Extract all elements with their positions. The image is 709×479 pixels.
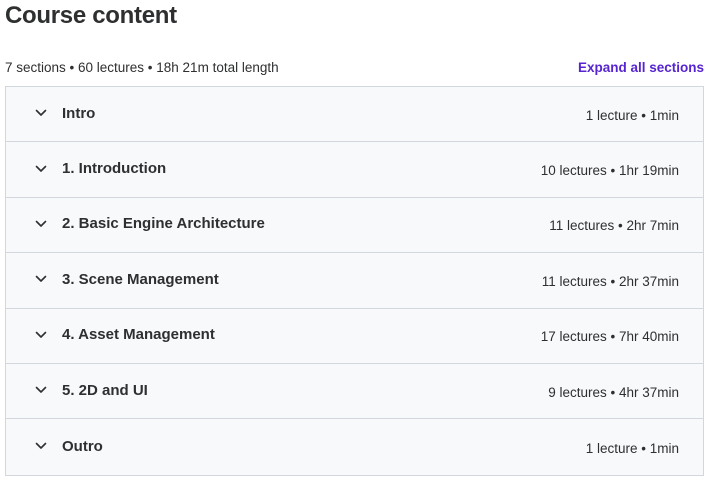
course-content-panel: Course content 7 sections • 60 lectures …: [0, 0, 709, 479]
section-item-outro[interactable]: Outro 1 lecture • 1min: [6, 419, 703, 475]
chevron-down-icon: [34, 439, 48, 453]
course-summary-row: 7 sections • 60 lectures • 18h 21m total…: [5, 57, 704, 77]
section-meta: 11 lectures • 2hr 7min: [549, 218, 679, 234]
section-title: Intro: [62, 104, 96, 122]
section-title: 4. Asset Management: [62, 326, 215, 344]
section-title: 1. Introduction: [62, 160, 167, 178]
chevron-down-icon: [34, 328, 48, 342]
section-list: Intro 1 lecture • 1min 1. Introduction 1…: [5, 86, 704, 476]
section-item-asset-management[interactable]: 4. Asset Management 17 lectures • 7hr 40…: [6, 308, 703, 364]
section-item-intro[interactable]: Intro 1 lecture • 1min: [6, 87, 703, 143]
chevron-down-icon: [34, 162, 48, 176]
section-item-basic-engine-architecture[interactable]: 2. Basic Engine Architecture 11 lectures…: [6, 197, 703, 254]
section-title: Outro: [62, 437, 103, 455]
chevron-down-icon: [34, 217, 48, 231]
section-title: 3. Scene Management: [62, 270, 219, 288]
section-item-scene-management[interactable]: 3. Scene Management 11 lectures • 2hr 37…: [6, 253, 703, 309]
section-meta: 1 lecture • 1min: [585, 107, 679, 123]
section-meta: 1 lecture • 1min: [585, 440, 679, 456]
section-item-2d-and-ui[interactable]: 5. 2D and UI 9 lectures • 4hr 37min: [6, 363, 703, 420]
chevron-down-icon: [34, 272, 48, 286]
section-meta: 17 lectures • 7hr 40min: [540, 329, 679, 345]
expand-all-sections-button[interactable]: Expand all sections: [578, 60, 704, 75]
course-summary: 7 sections • 60 lectures • 18h 21m total…: [5, 59, 279, 75]
section-title: 2. Basic Engine Architecture: [62, 215, 265, 233]
section-meta: 10 lectures • 1hr 19min: [540, 163, 679, 179]
chevron-down-icon: [34, 383, 48, 397]
section-item-introduction[interactable]: 1. Introduction 10 lectures • 1hr 19min: [6, 142, 703, 198]
section-title: 5. 2D and UI: [62, 381, 148, 399]
page-title: Course content: [5, 2, 177, 29]
section-meta: 9 lectures • 4hr 37min: [548, 384, 679, 400]
chevron-down-icon: [34, 106, 48, 120]
section-meta: 11 lectures • 2hr 37min: [541, 273, 679, 289]
